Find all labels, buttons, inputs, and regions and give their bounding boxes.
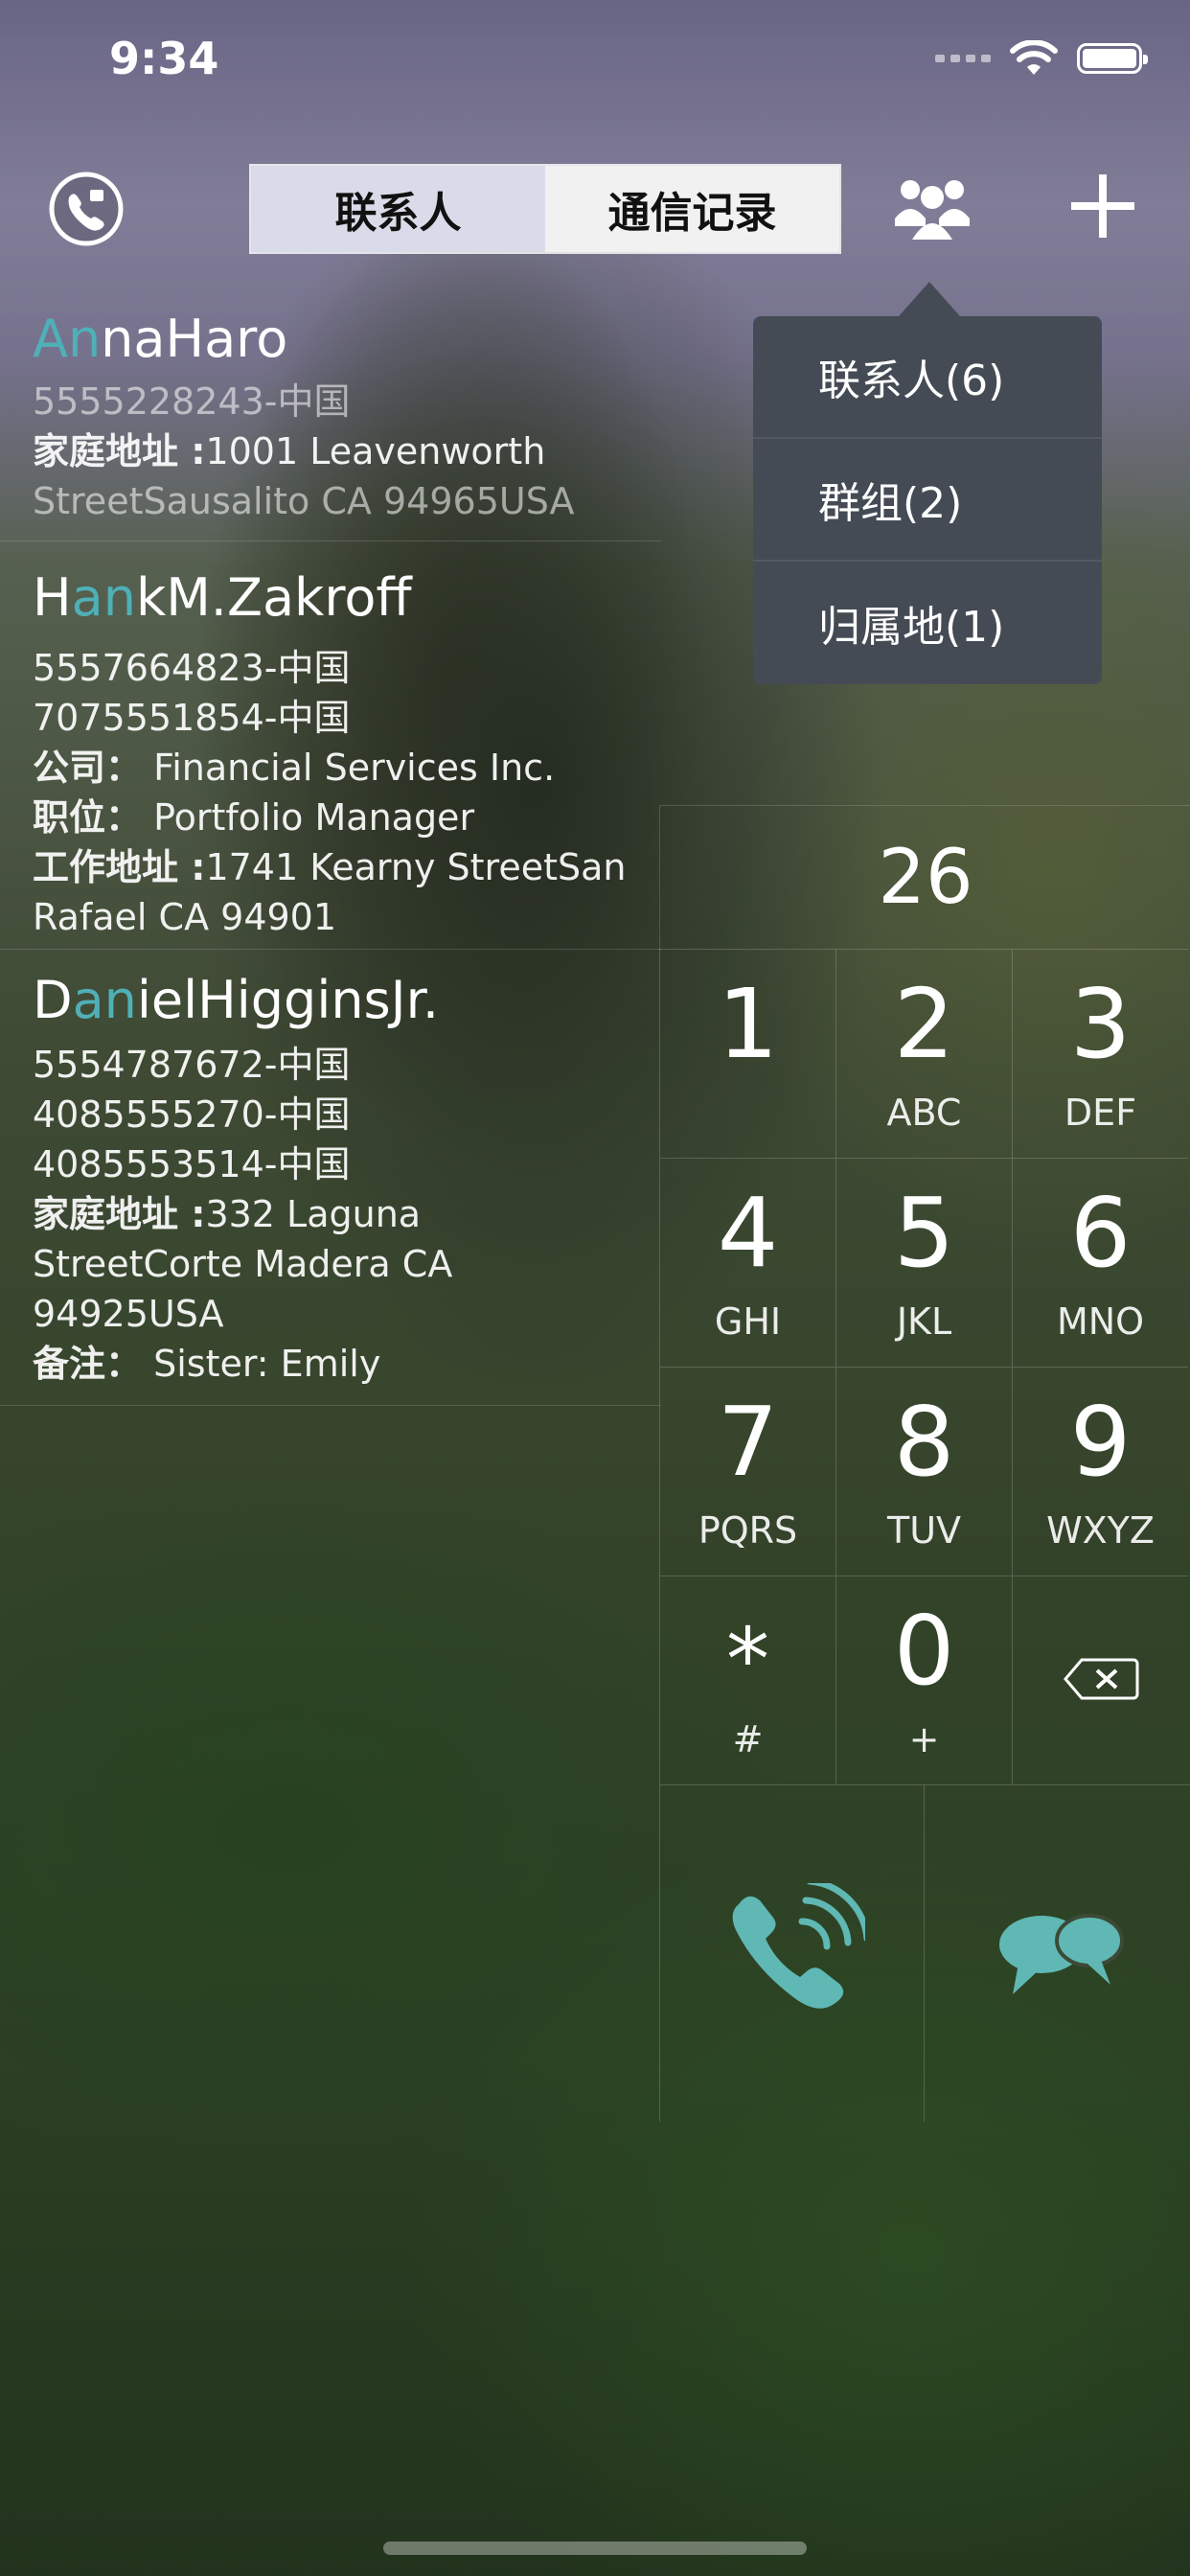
contact-company: 公司： Financial Services Inc.	[33, 747, 556, 789]
key-9[interactable]: 9 WXYZ	[1012, 1367, 1188, 1576]
contact-note: 备注： Sister: Emily	[33, 1343, 381, 1385]
key-1[interactable]: 1	[659, 949, 835, 1158]
contact-phone: 7075551854-中国	[33, 697, 351, 739]
tab-call-log[interactable]: 通信记录	[545, 166, 839, 252]
key-7[interactable]: 7 PQRS	[659, 1367, 835, 1576]
backspace-icon	[1064, 1658, 1139, 1700]
key-0[interactable]: 0 +	[835, 1576, 1012, 1784]
contact-phone: 4085553514-中国	[33, 1143, 351, 1185]
key-8[interactable]: 8 TUV	[835, 1367, 1012, 1576]
contact-address-cont: StreetSausalito CA 94965USA	[33, 480, 575, 522]
key-5[interactable]: 5 JKL	[835, 1158, 1012, 1367]
contact-address-cont: StreetCorte Madera CA	[33, 1243, 453, 1285]
status-time: 9:34	[109, 33, 219, 84]
segmented-control: 联系人 通信记录	[249, 164, 841, 254]
phone-settings-icon[interactable]	[46, 169, 126, 249]
dial-display: 26	[659, 805, 1190, 950]
filter-dropdown: 联系人(6) 群组(2) 归属地(1)	[753, 282, 1102, 684]
battery-icon	[1077, 43, 1148, 74]
contact-phone: 5555228243-中国	[33, 380, 351, 423]
list-item[interactable]: AnnaHaro 5555228243-中国 家庭地址 :1001 Leaven…	[0, 288, 661, 541]
contact-phone: 5554787672-中国	[33, 1044, 351, 1086]
dropdown-item-location[interactable]: 归属地(1)	[753, 562, 1102, 684]
list-item[interactable]: DanielHigginsJr. 5554787672-中国 408555527…	[0, 949, 661, 1406]
contact-work-address: 工作地址 :1741 Kearny StreetSan	[33, 846, 627, 888]
message-icon	[999, 1914, 1124, 1994]
contact-name: HankM.Zakroff	[33, 567, 412, 628]
dropdown-item-groups[interactable]: 群组(2)	[753, 439, 1102, 562]
contact-phone: 4085555270-中国	[33, 1093, 351, 1136]
tab-contacts[interactable]: 联系人	[251, 166, 545, 252]
group-icon[interactable]	[891, 172, 973, 242]
contact-title: 职位： Portfolio Manager	[33, 796, 475, 839]
status-icons	[935, 40, 1148, 77]
contact-address: 家庭地址 :332 Laguna	[33, 1193, 422, 1235]
contact-name: AnnaHaro	[33, 309, 288, 369]
backspace-button[interactable]	[1012, 1576, 1188, 1784]
wifi-icon	[1010, 40, 1058, 75]
add-contact-button[interactable]	[1071, 174, 1134, 238]
contact-phone: 5557664823-中国	[33, 647, 351, 689]
list-item[interactable]: HankM.Zakroff 5557664823-中国 7075551854-中…	[0, 542, 661, 950]
key-3[interactable]: 3 DEF	[1012, 949, 1188, 1158]
contact-address-cont: 94925USA	[33, 1293, 224, 1335]
signal-icon	[935, 55, 991, 62]
key-4[interactable]: 4 GHI	[659, 1158, 835, 1367]
key-2[interactable]: 2 ABC	[835, 949, 1012, 1158]
message-button[interactable]	[924, 1784, 1190, 2122]
key-6[interactable]: 6 MNO	[1012, 1158, 1188, 1367]
call-button[interactable]	[659, 1784, 924, 2122]
contact-name: DanielHigginsJr.	[33, 970, 440, 1030]
call-icon	[732, 1883, 865, 2009]
contact-work-address-cont: Rafael CA 94901	[33, 896, 337, 938]
key-star[interactable]: * #	[659, 1576, 835, 1784]
dropdown-item-contacts[interactable]: 联系人(6)	[753, 316, 1102, 439]
contact-address: 家庭地址 :1001 Leavenworth	[33, 430, 546, 472]
home-indicator	[383, 2542, 807, 2555]
